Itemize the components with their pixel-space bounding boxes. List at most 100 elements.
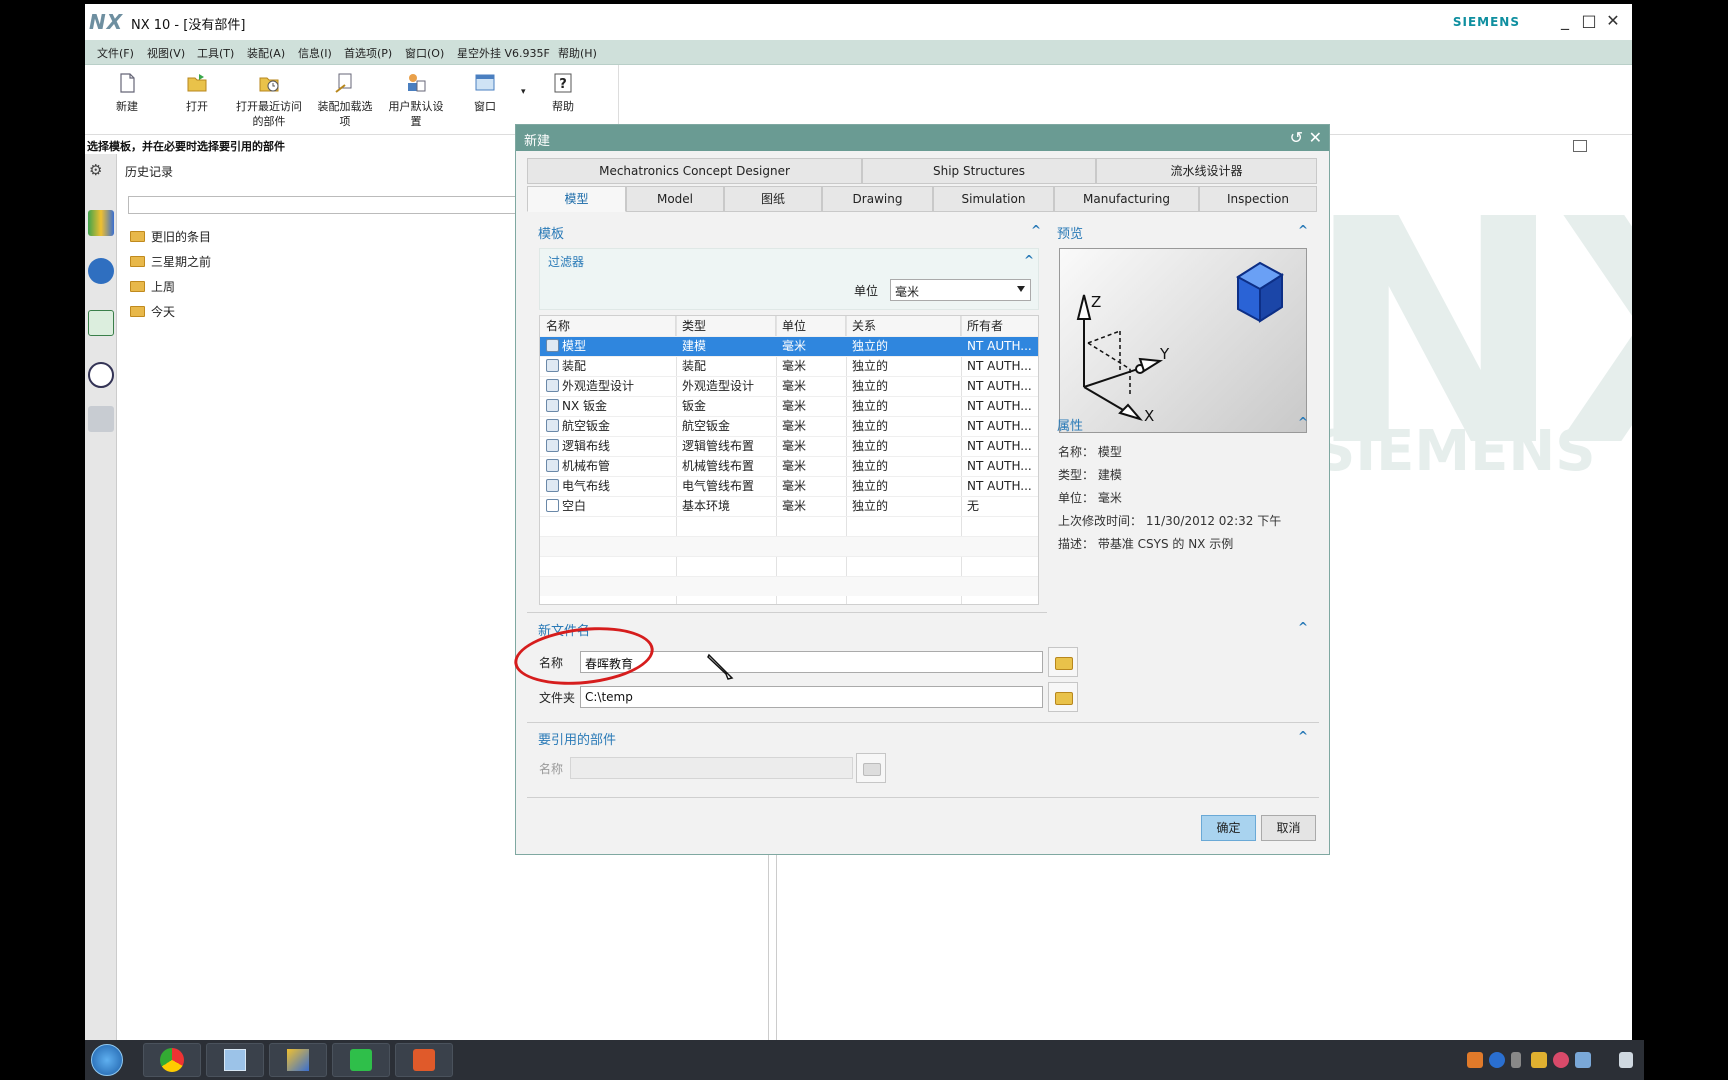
tab-drawing-cn[interactable]: 图纸 [724,186,822,212]
tab-drawing[interactable]: Drawing [822,186,933,212]
menu-preferences[interactable]: 首选项(P) [344,45,392,61]
start-button[interactable] [91,1044,123,1076]
window-dropdown-icon[interactable]: ▾ [521,87,526,97]
tab-simulation[interactable]: Simulation [933,186,1054,212]
column-header-relation[interactable]: 关系 [846,316,961,336]
template-collapse-icon[interactable]: ^ [1031,223,1041,237]
ok-button[interactable]: 确定 [1201,815,1256,841]
open-recent-button[interactable]: 打开最近访问 的部件 [233,71,305,129]
ref-collapse-icon[interactable]: ^ [1298,729,1308,743]
taskbar-nx[interactable] [269,1043,327,1077]
properties-collapse-icon[interactable]: ^ [1298,415,1308,429]
column-header-unit[interactable]: 单位 [776,316,846,336]
preview-collapse-icon[interactable]: ^ [1298,223,1308,237]
explorer-icon [224,1049,246,1071]
assembly-load-options-button[interactable]: 装配加载选 项 [314,71,376,129]
network-tray-icon[interactable] [1511,1052,1521,1068]
show-desktop-icon[interactable] [1619,1052,1633,1068]
reset-icon[interactable]: ↺ [1290,128,1303,147]
folder-icon [130,281,145,292]
block-model-icon [1236,261,1284,323]
tab-model-cn[interactable]: 模型 [527,186,626,212]
open-folder-icon [1055,692,1073,705]
taskbar-chrome[interactable] [143,1043,201,1077]
close-button[interactable]: ✕ [1602,10,1624,32]
folder-input[interactable]: C:\temp [580,686,1043,708]
tab-ship-structures[interactable]: Ship Structures [862,158,1096,184]
history-clock-icon[interactable] [88,362,114,388]
ref-name-label: 名称 [539,762,564,776]
browse-folder-button[interactable] [1048,682,1078,712]
cancel-button[interactable]: 取消 [1261,815,1316,841]
cloud-tray-icon[interactable] [1575,1052,1591,1068]
unit-select[interactable]: 毫米 [890,279,1031,301]
prop-description: 描述： 带基准 CSYS 的 NX 示例 [1058,537,1234,551]
newfile-collapse-icon[interactable]: ^ [1298,620,1308,634]
input-method-icon[interactable] [1467,1052,1483,1068]
tab-manufacturing[interactable]: Manufacturing [1054,186,1199,212]
system-materials-icon[interactable] [88,406,114,432]
column-header-type[interactable]: 类型 [676,316,776,336]
history-item[interactable]: 今天 [130,303,175,320]
open-recent-label-1: 打开最近访问 [236,100,302,113]
help-button[interactable]: ? 帮助 [543,71,583,114]
browse-name-button[interactable] [1048,647,1078,677]
folder-icon [130,306,145,317]
divider [527,797,1319,798]
filter-collapse-icon[interactable]: ^ [1024,253,1034,267]
x-axis-label: X [1144,407,1154,425]
taskbar-powerpoint[interactable] [395,1043,453,1077]
settings-gear-icon[interactable]: ⚙ [89,161,102,179]
prop-modified: 上次修改时间： 11/30/2012 02:32 下午 [1058,514,1282,528]
table-row[interactable]: 装配 装配 毫米 独立的 NT AUTH... [540,356,1038,376]
tab-line-designer[interactable]: 流水线设计器 [1096,158,1317,184]
maximize-button[interactable]: □ [1578,10,1600,32]
tab-model[interactable]: Model [626,186,724,212]
tab-inspection[interactable]: Inspection [1199,186,1317,212]
history-item[interactable]: 三星期之前 [130,253,211,270]
table-row[interactable]: 外观造型设计 外观造型设计 毫米 独立的 NT AUTH... [540,376,1038,396]
window-button[interactable]: 窗口 [465,71,505,114]
table-row[interactable]: 空白 基本环境 毫米 独立的 无 [540,496,1038,516]
table-row[interactable]: 机械布管 机械管线布置 毫米 独立的 NT AUTH... [540,456,1038,476]
menu-plugin[interactable]: 星空外挂 V6.935F [457,45,550,61]
column-header-owner[interactable]: 所有者 [961,316,1038,336]
menu-info[interactable]: 信息(I) [298,45,332,61]
taskbar-recorder[interactable] [332,1043,390,1077]
security-tray-icon[interactable] [1531,1052,1547,1068]
user-defaults-button[interactable]: 用户默认设 置 [385,71,447,129]
tab-mechatronics[interactable]: Mechatronics Concept Designer [527,158,862,184]
column-header-name[interactable]: 名称 [540,316,676,336]
table-row[interactable]: 航空钣金 航空钣金 毫米 独立的 NT AUTH... [540,416,1038,436]
menu-tools[interactable]: 工具(T) [197,45,234,61]
open-button[interactable]: 打开 [177,71,217,114]
mechanical-routing-template-icon [546,459,559,472]
new-button[interactable]: 新建 [107,71,147,114]
fit-view-icon[interactable] [1573,140,1587,152]
menu-window[interactable]: 窗口(O) [405,45,444,61]
table-row[interactable]: 电气布线 电气管线布置 毫米 独立的 NT AUTH... [540,476,1038,496]
table-row[interactable]: NX 钣金 钣金 毫米 独立的 NT AUTH... [540,396,1038,416]
menu-file[interactable]: 文件(F) [97,45,134,61]
history-item[interactable]: 上周 [130,278,175,295]
process-studio-icon[interactable] [88,310,114,336]
nx-logo: NX [89,10,124,34]
table-row[interactable]: 模型 建模 毫米 独立的 NT AUTH... [540,336,1038,356]
dialog-title-bar: 新建 ↺ ✕ [516,125,1329,151]
table-row[interactable]: 逻辑布线 逻辑管线布置 毫米 独立的 NT AUTH... [540,436,1038,456]
history-item[interactable]: 更旧的条目 [130,228,211,245]
folder-label: 文件夹 [539,691,576,705]
web-browser-icon[interactable] [88,258,114,284]
user-defaults-label-1: 用户默认设 [388,100,444,113]
minimize-button[interactable]: _ [1554,10,1576,32]
menu-assembly[interactable]: 装配(A) [247,45,285,61]
menu-help[interactable]: 帮助(H) [558,45,597,61]
taskbar-explorer[interactable] [206,1043,264,1077]
menu-view[interactable]: 视图(V) [147,45,185,61]
app-tray-icon[interactable] [1553,1052,1569,1068]
prop-unit: 单位： 毫米 [1058,491,1122,505]
dialog-close-icon[interactable]: ✕ [1309,128,1322,147]
reuse-library-icon[interactable] [88,210,114,236]
help-tray-icon[interactable] [1489,1052,1505,1068]
history-search-input[interactable] [128,196,528,214]
